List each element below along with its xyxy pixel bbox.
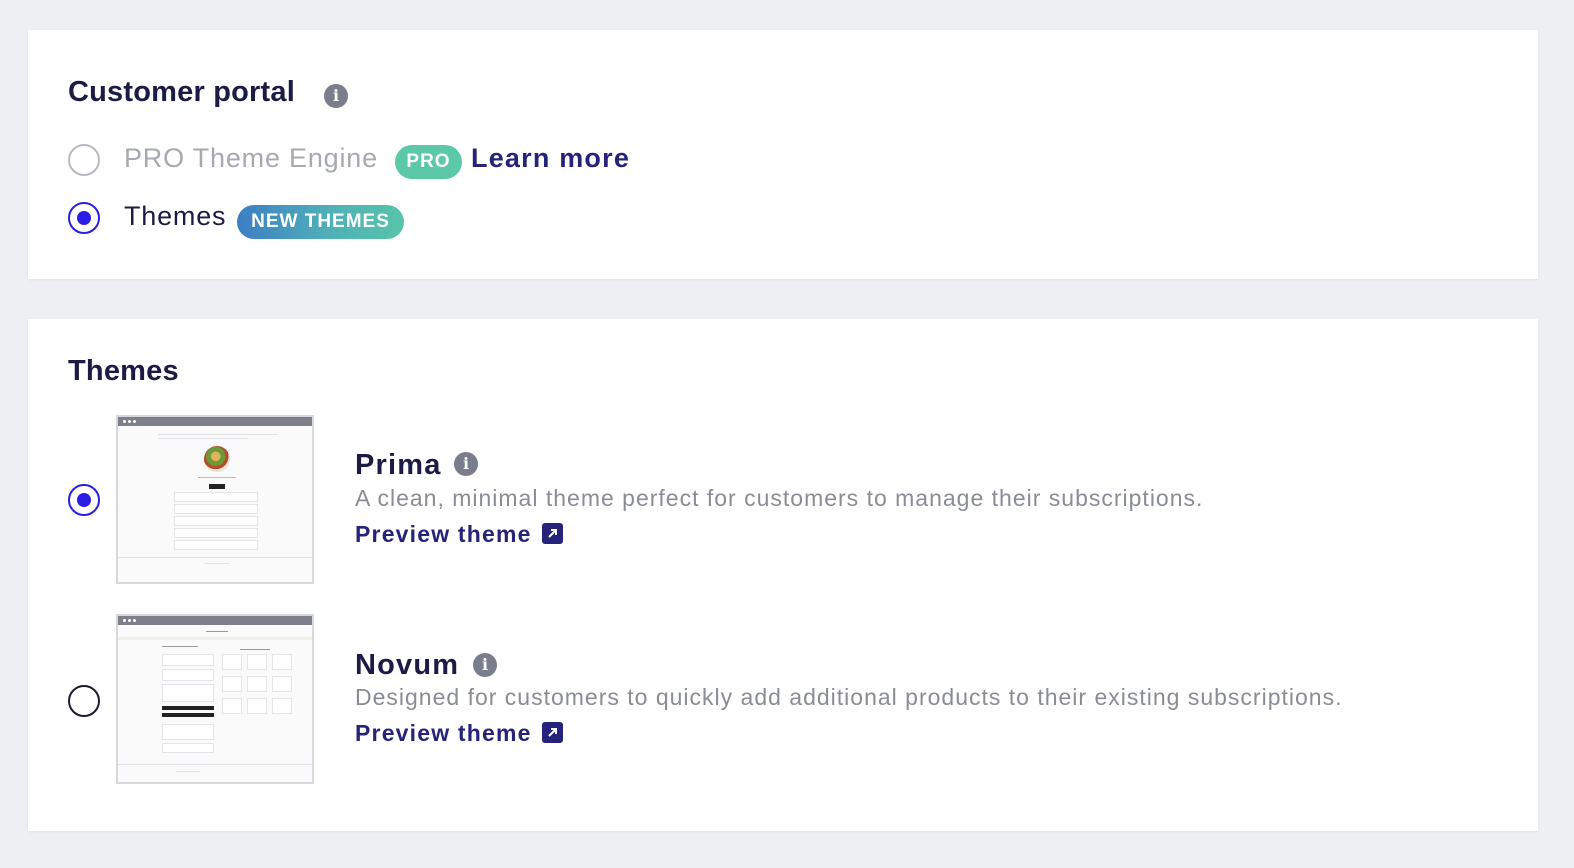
prima-preview-theme-link[interactable]: Preview theme — [355, 521, 532, 548]
radio-pro-theme-engine[interactable] — [68, 144, 100, 176]
novum-theme-name: Novum — [355, 649, 460, 681]
pro-badge: PRO — [395, 145, 462, 179]
novum-preview-theme-link[interactable]: Preview theme — [355, 720, 532, 747]
radio-prima[interactable] — [68, 484, 100, 516]
learn-more-link[interactable]: Learn more — [471, 143, 630, 174]
info-icon[interactable]: i — [324, 84, 348, 108]
new-themes-badge: NEW THEMES — [237, 205, 404, 239]
external-link-icon[interactable] — [542, 722, 563, 743]
pro-theme-engine-label: PRO Theme Engine — [124, 143, 378, 173]
external-link-icon[interactable] — [542, 523, 563, 544]
info-icon[interactable]: i — [473, 653, 497, 677]
prima-theme-name: Prima — [355, 449, 442, 481]
themes-title: Themes — [68, 355, 179, 387]
themes-option-label: Themes — [124, 201, 227, 231]
preview-theme-label: Preview theme — [355, 521, 532, 547]
customer-portal-title: Customer portal — [68, 76, 295, 108]
prima-thumbnail[interactable] — [116, 415, 314, 584]
novum-thumbnail[interactable] — [116, 614, 314, 784]
prima-theme-description: A clean, minimal theme perfect for custo… — [355, 485, 1204, 511]
customer-portal-card: Customer portal i PRO Theme Engine PRO L… — [28, 30, 1538, 279]
preview-theme-label: Preview theme — [355, 720, 532, 746]
radio-novum[interactable] — [68, 685, 100, 717]
themes-card: Themes Prima i A clean, minimal theme pe… — [28, 319, 1538, 831]
radio-themes[interactable] — [68, 202, 100, 234]
info-icon[interactable]: i — [454, 452, 478, 476]
novum-theme-description: Designed for customers to quickly add ad… — [355, 684, 1343, 710]
